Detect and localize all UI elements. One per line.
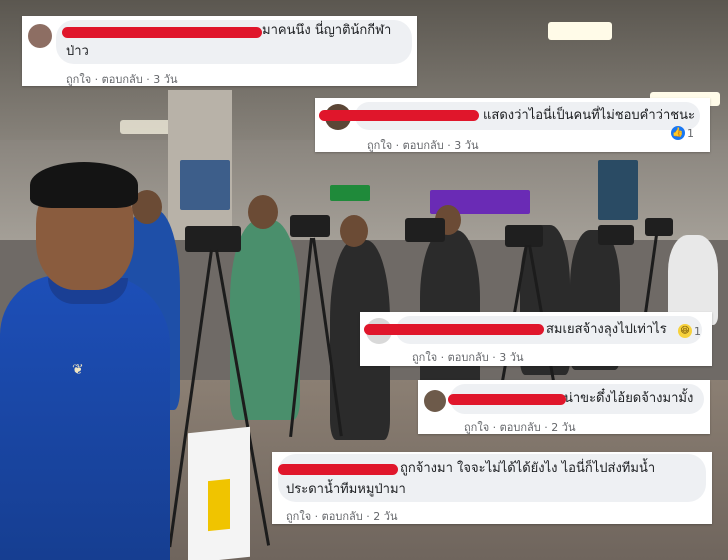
comment-actions: ถูกใจ · ตอบกลับ · 3 วัน <box>412 348 523 366</box>
timestamp[interactable]: 2 วัน <box>551 421 575 434</box>
timestamp[interactable]: 2 วัน <box>373 510 397 523</box>
tv-camera <box>645 218 673 236</box>
tv-camera <box>405 218 445 242</box>
comment-card: ถูกจ้างมา ใจจะไม่ได้ได้ยังไง ไอนี่ก็ไปส่… <box>272 452 712 524</box>
separator: · <box>314 510 322 523</box>
tv-camera <box>598 225 634 245</box>
gate-sign <box>598 160 638 220</box>
avatar[interactable] <box>28 24 52 48</box>
comment-text: แสดงว่าไอนี่เป็นคนที่ไม่ชอบคำว่าชนะ <box>483 108 695 123</box>
comment-text: มาคนนึง นี่ญาติน้กกีฬา <box>262 23 392 38</box>
team-logo-icon: ❦ <box>72 362 84 378</box>
comment-text: ถูกจ้างมา ใจจะไม่ได้ได้ยังไง ไอนี่ก็ไปส่… <box>400 461 656 476</box>
like-link[interactable]: ถูกใจ <box>286 510 311 523</box>
timestamp[interactable]: 3 วัน <box>454 139 478 152</box>
comment-card: น่าขะดึ๋งไอ้ยดจ้างมามั้ง ถูกใจ · ตอบกลับ… <box>418 380 710 434</box>
reply-link[interactable]: ตอบกลับ <box>403 139 444 152</box>
comment-text: สมเยสจ้างลุงไปเท่าไร <box>546 322 667 337</box>
like-link[interactable]: ถูกใจ <box>66 73 91 86</box>
avatar[interactable] <box>424 390 446 412</box>
reply-link[interactable]: ตอบกลับ <box>102 73 143 86</box>
like-link[interactable]: ถูกใจ <box>412 351 437 364</box>
separator: · <box>492 421 500 434</box>
reaction-badge[interactable]: 😆 1 <box>678 324 701 338</box>
like-link[interactable]: ถูกใจ <box>464 421 489 434</box>
comment-card: สมเยสจ้างลุงไปเท่าไร 😆 1 ถูกใจ · ตอบกลับ… <box>360 312 712 366</box>
redacted-name <box>278 464 398 475</box>
redacted-name <box>448 394 566 405</box>
separator: · <box>440 351 448 364</box>
handheld-sign <box>188 426 250 560</box>
separator: · <box>395 139 403 152</box>
reaction-count: 1 <box>687 126 694 140</box>
like-link[interactable]: ถูกใจ <box>367 139 392 152</box>
comment-actions: ถูกใจ · ตอบกลับ · 3 วัน <box>66 70 177 88</box>
person-head <box>340 215 368 247</box>
redacted-name <box>319 110 479 121</box>
like-icon: 👍 <box>671 126 685 140</box>
tv-camera <box>505 225 543 247</box>
info-sign <box>180 160 230 210</box>
tv-camera <box>290 215 330 237</box>
comment-actions: ถูกใจ · ตอบกลับ · 3 วัน <box>367 136 478 154</box>
timestamp[interactable]: 3 วัน <box>153 73 177 86</box>
reply-link[interactable]: ตอบกลับ <box>500 421 541 434</box>
ceiling-light <box>548 22 612 40</box>
haha-icon: 😆 <box>678 324 692 338</box>
separator: · <box>94 73 102 86</box>
timestamp[interactable]: 3 วัน <box>499 351 523 364</box>
redacted-name <box>364 324 544 335</box>
redacted-name <box>62 27 262 38</box>
comment-card: แสดงว่าไอนี่เป็นคนที่ไม่ชอบคำว่าชนะ 👍 1 … <box>315 98 710 152</box>
comment-actions: ถูกใจ · ตอบกลับ · 2 วัน <box>464 418 575 436</box>
man-hair <box>30 162 138 208</box>
comment-actions: ถูกใจ · ตอบกลับ · 2 วัน <box>286 507 397 525</box>
reaction-badge[interactable]: 👍 1 <box>671 126 694 140</box>
reaction-count: 1 <box>694 324 701 338</box>
man-blue-polo <box>0 275 170 560</box>
person-head <box>248 195 278 229</box>
tv-camera <box>185 226 241 252</box>
comment-card: มาคนนึง นี่ญาติน้กกีฬา ป่าว ถูกใจ · ตอบก… <box>22 16 417 86</box>
comment-text: ป่าว <box>66 44 89 59</box>
comment-text: ประดาน้ำทีมหมูป่ามา <box>286 482 406 497</box>
comment-text: น่าขะดึ๋งไอ้ยดจ้างมามั้ง <box>564 391 694 406</box>
exit-sign <box>330 185 370 201</box>
reply-link[interactable]: ตอบกลับ <box>448 351 489 364</box>
reply-link[interactable]: ตอบกลับ <box>322 510 363 523</box>
